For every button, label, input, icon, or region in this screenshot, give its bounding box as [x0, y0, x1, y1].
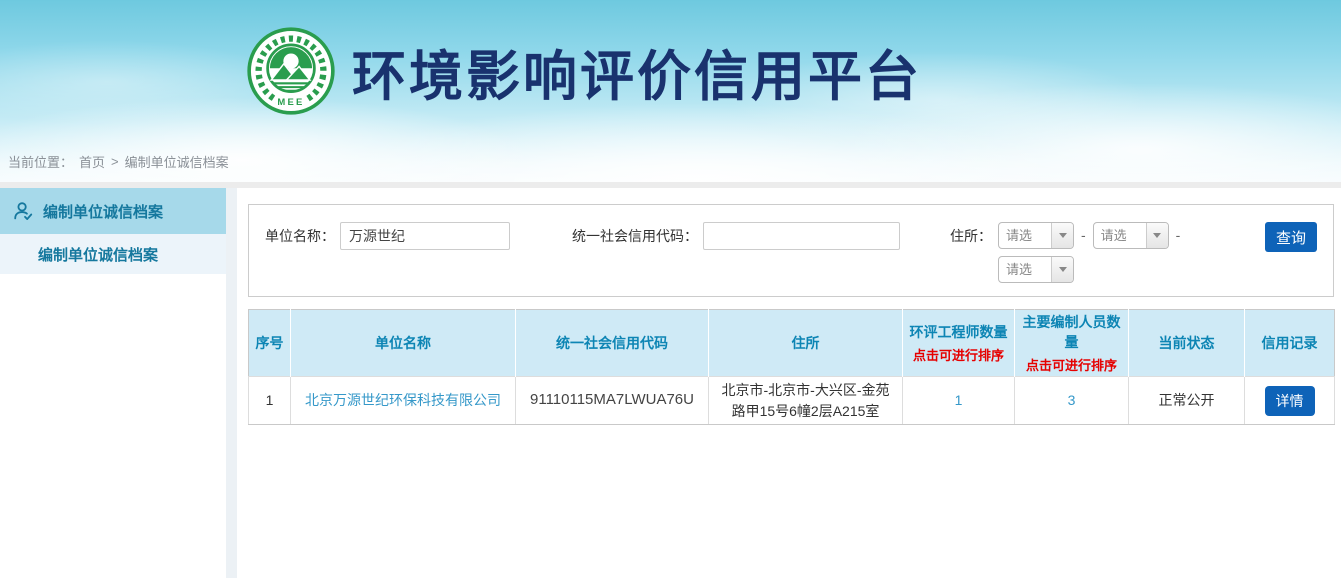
- col-header-unit-name: 单位名称: [291, 310, 516, 377]
- site-title: 环境影响评价信用平台: [352, 32, 922, 111]
- address-separator: -: [1081, 222, 1086, 249]
- chevron-down-icon[interactable]: [1051, 223, 1073, 248]
- col-header-credit-record: 信用记录: [1245, 310, 1335, 377]
- staff-count-link[interactable]: 3: [1068, 392, 1076, 408]
- cell-seq: 1: [249, 377, 291, 425]
- results-table: 序号 单位名称 统一社会信用代码 住所 环评工程师数量 点击可进行排序 主要编制…: [248, 309, 1335, 425]
- sidebar: 编制单位诚信档案 编制单位诚信档案: [0, 188, 226, 578]
- credit-code-input[interactable]: [703, 222, 900, 250]
- detail-button[interactable]: 详情: [1265, 386, 1315, 416]
- breadcrumb-current: 编制单位诚信档案: [125, 152, 229, 171]
- credit-code-group: 统一社会信用代码：: [572, 222, 900, 250]
- unit-name-input[interactable]: [340, 222, 510, 250]
- col-header-status: 当前状态: [1129, 310, 1245, 377]
- chevron-down-icon[interactable]: [1051, 257, 1073, 282]
- province-select-value: 请选择: [999, 223, 1051, 248]
- col-header-address: 住所: [709, 310, 903, 377]
- main-panel: 单位名称： 统一社会信用代码： 住所： 请选择 -: [237, 188, 1341, 578]
- search-panel: 单位名称： 统一社会信用代码： 住所： 请选择 -: [248, 204, 1334, 297]
- content-area: 编制单位诚信档案 编制单位诚信档案 单位名称： 统一社会信用代码： 住所：: [0, 188, 1341, 578]
- credit-code-label: 统一社会信用代码：: [572, 222, 698, 250]
- sort-hint: 点击可进行排序: [1017, 355, 1126, 374]
- col-header-staff-count[interactable]: 主要编制人员数量 点击可进行排序: [1015, 310, 1129, 377]
- sidebar-subitem-unit-credit-archive[interactable]: 编制单位诚信档案: [0, 234, 226, 274]
- district-select-value: 请选择: [999, 257, 1051, 282]
- province-select[interactable]: 请选择: [998, 222, 1074, 249]
- breadcrumb: 当前位置： 首页 > 编制单位诚信档案: [0, 142, 1341, 180]
- sidebar-item-unit-credit-archive[interactable]: 编制单位诚信档案: [0, 188, 226, 234]
- chevron-down-icon[interactable]: [1146, 223, 1168, 248]
- district-select[interactable]: 请选择: [998, 256, 1074, 283]
- cell-address: 北京市-北京市-大兴区-金苑路甲15号6幢2层A215室: [709, 377, 903, 425]
- brand-row: MEE 环境影响评价信用平台: [0, 0, 1341, 142]
- breadcrumb-prefix: 当前位置：: [8, 152, 73, 171]
- address-group: 住所： 请选择 - 请选择 -: [950, 222, 1180, 283]
- table-header-row: 序号 单位名称 统一社会信用代码 住所 环评工程师数量 点击可进行排序 主要编制…: [249, 310, 1335, 377]
- breadcrumb-separator: >: [111, 154, 119, 169]
- breadcrumb-home-link[interactable]: 首页: [79, 152, 105, 171]
- col-header-engineer-count[interactable]: 环评工程师数量 点击可进行排序: [903, 310, 1015, 377]
- address-separator: -: [1176, 222, 1181, 249]
- mee-logo: MEE: [246, 26, 336, 116]
- sort-hint: 点击可进行排序: [905, 345, 1012, 364]
- unit-name-label: 单位名称：: [265, 222, 335, 250]
- address-selects: 请选择 - 请选择 - 请选择: [998, 222, 1180, 283]
- sidebar-main-divider: [226, 188, 237, 578]
- site-header: MEE 环境影响评价信用平台 当前位置： 首页 > 编制单位诚信档案: [0, 0, 1341, 182]
- table-row: 1 北京万源世纪环保科技有限公司 91110115MA7LWUA76U 北京市-…: [249, 377, 1335, 425]
- cell-status: 正常公开: [1129, 377, 1245, 425]
- col-header-seq: 序号: [249, 310, 291, 377]
- unit-name-group: 单位名称：: [265, 222, 510, 250]
- city-select[interactable]: 请选择: [1093, 222, 1169, 249]
- sidebar-item-label: 编制单位诚信档案: [43, 201, 163, 222]
- query-button[interactable]: 查询: [1265, 222, 1317, 252]
- col-header-credit-code: 统一社会信用代码: [516, 310, 709, 377]
- company-link[interactable]: 北京万源世纪环保科技有限公司: [305, 392, 501, 408]
- engineer-count-link[interactable]: 1: [955, 392, 963, 408]
- city-select-value: 请选择: [1094, 223, 1146, 248]
- sidebar-subitem-label: 编制单位诚信档案: [38, 244, 158, 265]
- address-label: 住所：: [950, 222, 992, 250]
- logo-mee-text: MEE: [277, 97, 304, 108]
- cell-credit-code: 91110115MA7LWUA76U: [516, 377, 709, 425]
- user-check-icon: [12, 200, 34, 222]
